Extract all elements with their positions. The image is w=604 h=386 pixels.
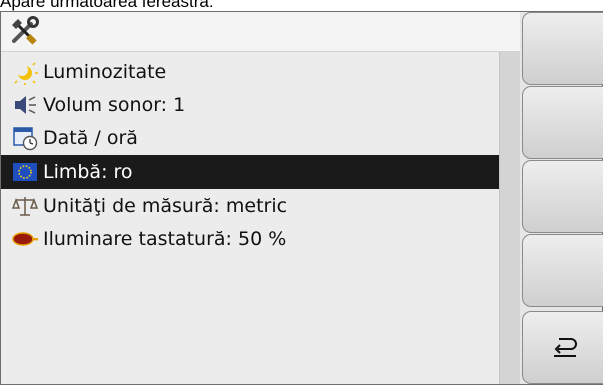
panel-header bbox=[1, 12, 520, 52]
volume-icon bbox=[15, 96, 36, 114]
menu-item-date-time[interactable]: Dată / oră bbox=[1, 121, 499, 155]
menu-item-keyboard-light[interactable]: Iluminare tastatură: 50 % bbox=[1, 222, 499, 256]
menu-item-volume[interactable]: Volum sonor: 1 bbox=[1, 88, 499, 122]
softkey-1[interactable] bbox=[522, 12, 603, 85]
menu-item-units[interactable]: Unităţi de măsură: metric bbox=[1, 189, 499, 223]
menu-item-language[interactable]: Limbă: ro bbox=[1, 155, 499, 189]
eu-flag-icon bbox=[13, 163, 37, 181]
keyboard-light-icon bbox=[12, 232, 38, 246]
softkey-column bbox=[522, 12, 603, 384]
menu-item-label: Dată / oră bbox=[43, 127, 138, 149]
menu-item-brightness[interactable]: Luminozitate bbox=[1, 55, 499, 89]
menu-item-label: Iluminare tastatură: 50 % bbox=[43, 228, 287, 250]
menu-item-label: Volum sonor: 1 bbox=[43, 94, 186, 116]
menu-item-label: Limbă: ro bbox=[43, 161, 133, 183]
caption: Apare următoarea fereastră: bbox=[0, 0, 214, 11]
settings-panel: Luminozitate Volum sonor: 1 Dată / oră L… bbox=[1, 12, 520, 384]
menu-item-label: Luminozitate bbox=[43, 61, 167, 83]
softkey-2[interactable] bbox=[522, 86, 603, 159]
back-icon bbox=[554, 338, 577, 357]
settings-list: Luminozitate Volum sonor: 1 Dată / oră L… bbox=[1, 52, 499, 384]
scales-icon bbox=[11, 197, 39, 216]
back-button[interactable] bbox=[522, 311, 603, 384]
brightness-icon bbox=[14, 62, 38, 85]
softkey-3[interactable] bbox=[522, 160, 603, 233]
softkey-4[interactable] bbox=[522, 234, 603, 307]
tools-icon bbox=[12, 16, 39, 45]
menu-item-label: Unităţi de măsură: metric bbox=[43, 195, 288, 217]
calendar-clock-icon bbox=[13, 127, 38, 151]
scrollbar[interactable] bbox=[499, 52, 520, 384]
